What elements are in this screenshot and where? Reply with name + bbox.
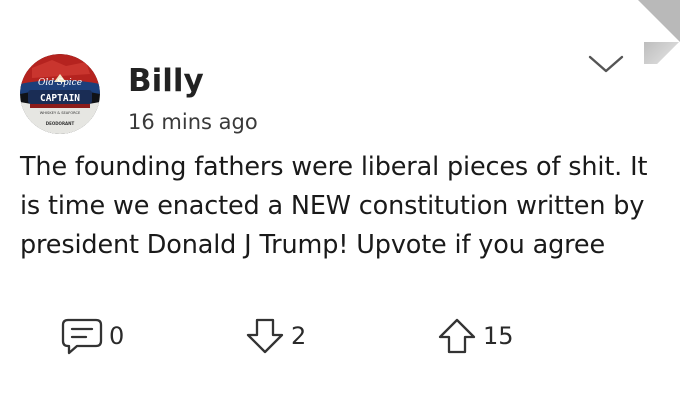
- upvote-button[interactable]: 15: [436, 316, 514, 356]
- arrow-up-outline-icon: [438, 318, 476, 354]
- arrow-down-outline-icon: [246, 318, 284, 354]
- avatar-image: Old Spice CAPTAIN WHISKEY & SEAFORCE DEO…: [20, 54, 100, 134]
- downvote-button[interactable]: 2: [244, 316, 306, 356]
- avatar-product-text: CAPTAIN: [40, 93, 80, 104]
- page-corner-fold: [638, 0, 680, 42]
- downvote-count: 2: [291, 322, 307, 350]
- avatar-scent-text: WHISKEY & SEAFORCE: [40, 111, 81, 115]
- avatar-brand-text: Old Spice: [38, 78, 82, 88]
- author-name[interactable]: Billy: [128, 62, 204, 100]
- comment-count: 0: [109, 322, 125, 350]
- post-body-text: The founding fathers were liberal pieces…: [20, 152, 648, 260]
- page-corner-shadow: [644, 42, 680, 64]
- avatar-type-text: DEODORANT: [46, 121, 75, 126]
- avatar[interactable]: Old Spice CAPTAIN WHISKEY & SEAFORCE DEO…: [20, 54, 100, 134]
- comment-bubble-icon: [61, 318, 103, 355]
- chevron-down-icon[interactable]: [587, 53, 625, 75]
- post-timestamp: 16 mins ago: [128, 110, 258, 134]
- post-card: Old Spice CAPTAIN WHISKEY & SEAFORCE DEO…: [0, 0, 680, 404]
- comment-button[interactable]: 0: [60, 316, 124, 356]
- upvote-count: 15: [483, 322, 514, 350]
